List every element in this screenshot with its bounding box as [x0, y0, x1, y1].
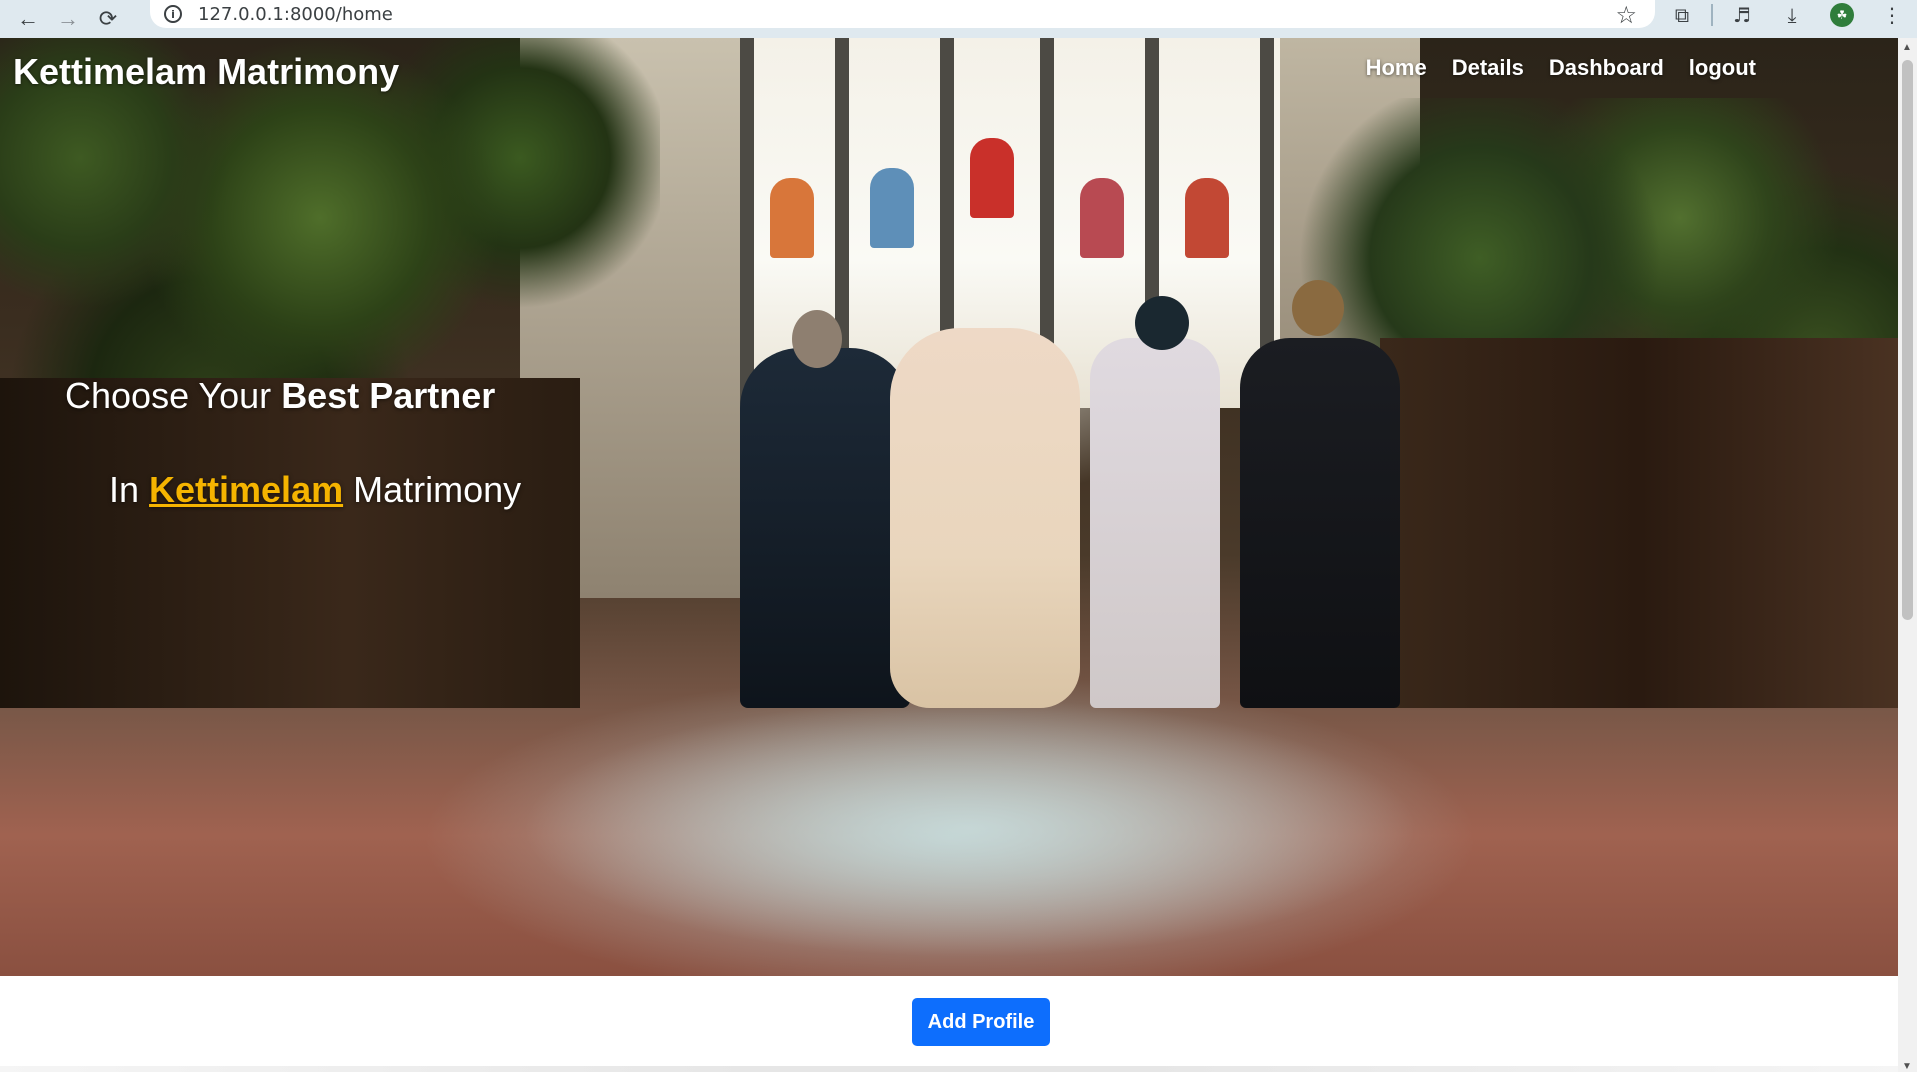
bookmark-star-icon[interactable]: ☆ [1615, 1, 1637, 29]
address-bar[interactable]: i 127.0.0.1:8000/home ☆ [150, 0, 1655, 29]
tagline-brand-highlight: Kettimelam [149, 469, 344, 510]
main-nav: Home Details Dashboard logout [1366, 55, 1756, 81]
scroll-down-arrow-icon[interactable]: ▼ [1902, 1061, 1912, 1072]
nav-dashboard[interactable]: Dashboard [1549, 55, 1664, 81]
site-brand[interactable]: Kettimelam Matrimony [13, 51, 399, 93]
tagline-prefix: Choose Your [65, 375, 282, 416]
add-profile-button[interactable]: Add Profile [912, 998, 1050, 1046]
tagline-bold: Best Partner [281, 375, 496, 416]
hero-content: Kettimelam Matrimony Home Details Dashbo… [0, 38, 1898, 976]
reload-icon[interactable]: ⟳ [88, 4, 128, 34]
extensions-icon[interactable]: ⧉ [1657, 3, 1707, 27]
scroll-up-arrow-icon[interactable]: ▲ [1902, 42, 1912, 53]
toolbar-divider [1711, 4, 1713, 26]
url-text[interactable]: 127.0.0.1:8000/home [198, 4, 393, 25]
nav-details[interactable]: Details [1452, 55, 1524, 81]
site-info-icon[interactable]: i [164, 5, 182, 23]
page-scrollbar[interactable]: ▲ ▼ [1898, 38, 1917, 1072]
hero-banner: Kettimelam Matrimony Home Details Dashbo… [0, 38, 1898, 976]
back-icon[interactable]: ← [8, 4, 48, 34]
footer-divider [0, 1066, 1898, 1072]
nav-logout[interactable]: logout [1689, 55, 1756, 81]
profile-avatar-icon[interactable]: ☘ [1817, 3, 1867, 27]
tagline2-suffix: Matrimony [343, 469, 522, 510]
download-icon[interactable]: ⤓ [1767, 3, 1817, 27]
hero-tagline-line1: Choose Your Best Partner [65, 375, 495, 417]
scrollbar-thumb[interactable] [1902, 60, 1913, 620]
nav-home[interactable]: Home [1366, 55, 1427, 81]
hero-tagline-line2: In Kettimelam Matrimony [109, 469, 521, 511]
browser-menu-icon[interactable]: ⋮ [1867, 3, 1917, 27]
browser-actions: ⧉ ♬ ⤓ ☘ ⋮ [1657, 0, 1917, 30]
profile-badge: ☘ [1830, 3, 1854, 27]
media-control-icon[interactable]: ♬ [1717, 3, 1767, 27]
forward-icon[interactable]: → [48, 4, 88, 34]
browser-toolbar: ← → ⟳ i 127.0.0.1:8000/home ☆ ⧉ ♬ ⤓ ☘ ⋮ [0, 0, 1917, 38]
tagline2-prefix: In [109, 469, 150, 510]
